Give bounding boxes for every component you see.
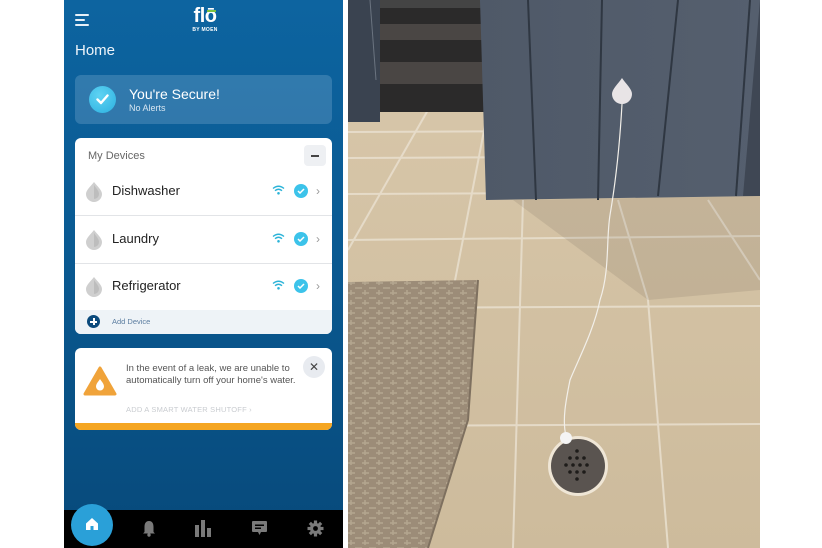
warning-icon [83, 366, 117, 396]
status-subtitle: No Alerts [129, 103, 166, 113]
status-ok-icon [294, 184, 308, 198]
status-ok-icon [294, 232, 308, 246]
wifi-icon [272, 185, 285, 195]
nav-home[interactable] [71, 504, 113, 546]
flo-logo: flō BY MOEN [188, 6, 222, 34]
installation-photo [348, 0, 760, 548]
device-row-refrigerator[interactable]: Refrigerator › [75, 263, 332, 310]
close-icon[interactable]: ✕ [303, 356, 325, 378]
add-shutoff-link[interactable]: ADD A SMART WATER SHUTOFF › [126, 405, 252, 414]
alert-message: In the event of a leak, we are unable to… [126, 363, 296, 386]
water-sensor-icon [86, 182, 102, 202]
nav-settings[interactable] [307, 520, 324, 542]
water-sensor-icon [86, 230, 102, 250]
water-sensor-icon [86, 277, 102, 297]
logo-text: flō [193, 5, 217, 27]
message-icon [252, 521, 267, 535]
menu-icon[interactable] [75, 14, 91, 26]
device-name: Laundry [112, 231, 159, 246]
collapse-button[interactable] [304, 145, 326, 166]
device-name: Dishwasher [112, 183, 180, 198]
chevron-right-icon: › [316, 279, 320, 293]
status-title: You're Secure! [129, 86, 220, 102]
bell-icon [143, 521, 155, 537]
leak-sensor-installation-image [348, 0, 760, 548]
status-ok-icon [294, 279, 308, 293]
device-row-laundry[interactable]: Laundry › [75, 216, 332, 264]
home-icon [86, 518, 98, 530]
nav-insights[interactable] [194, 520, 212, 542]
wifi-icon [272, 280, 285, 290]
app-screenshot: flō BY MOEN Home You're Secure! No Alert… [64, 0, 343, 548]
nav-messages[interactable] [251, 520, 268, 542]
nav-alerts[interactable] [142, 520, 156, 542]
alert-accent-bar [75, 423, 332, 430]
security-status-card[interactable]: You're Secure! No Alerts [75, 75, 332, 124]
logo-subtext: BY MOEN [192, 27, 218, 33]
bar-chart-icon [195, 520, 211, 537]
add-device-label: Add Device [112, 317, 151, 326]
shutoff-alert-card: In the event of a leak, we are unable to… [75, 348, 332, 430]
gear-icon [307, 520, 324, 537]
devices-header: My Devices [88, 150, 145, 162]
chevron-right-icon: › [316, 184, 320, 198]
my-devices-card: My Devices Dishwasher › Laundry › Refrig… [75, 138, 332, 334]
device-name: Refrigerator [112, 278, 181, 293]
page-title: Home [75, 42, 116, 59]
check-circle-icon [89, 86, 116, 113]
device-row-dishwasher[interactable]: Dishwasher › [75, 168, 332, 216]
plus-circle-icon [87, 315, 100, 328]
chevron-right-icon: › [316, 232, 320, 246]
wifi-icon [272, 233, 285, 243]
add-device-button[interactable]: Add Device [75, 310, 332, 334]
